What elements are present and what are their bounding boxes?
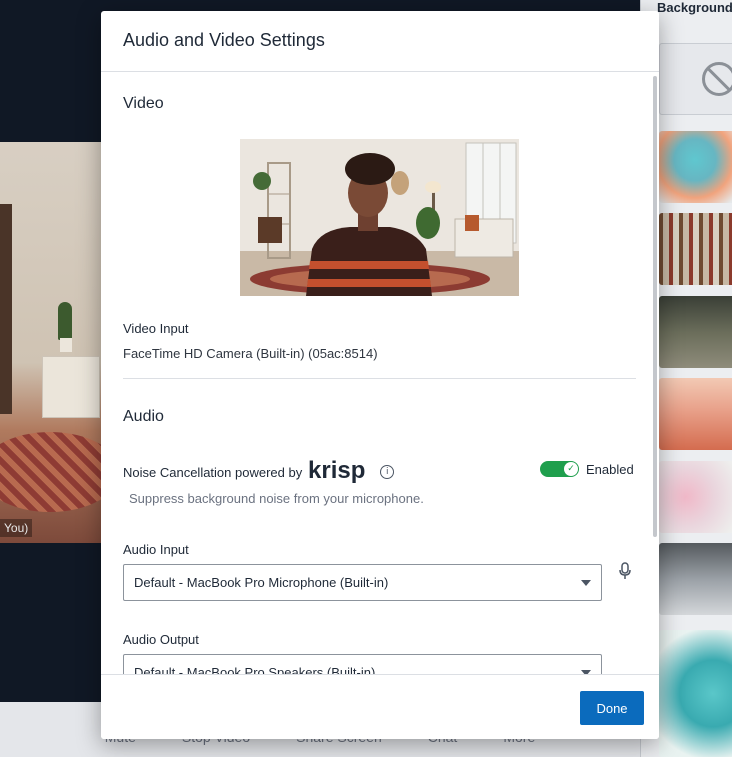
modal-scrollbar[interactable] xyxy=(653,76,657,537)
background-thumbnail[interactable] xyxy=(659,213,732,285)
no-background-icon xyxy=(702,62,732,96)
noise-cancellation-label: Noise Cancellation powered by xyxy=(123,464,303,480)
info-icon[interactable]: i xyxy=(380,465,395,479)
audio-output-value: Default - MacBook Pro Speakers (Built-in… xyxy=(134,665,376,674)
done-button[interactable]: Done xyxy=(580,691,644,725)
backgrounds-panel-title: Background xyxy=(657,0,732,15)
audio-output-label: Audio Output xyxy=(123,632,199,647)
video-preview xyxy=(240,139,519,296)
checkmark-icon: ✓ xyxy=(564,462,578,476)
participant-name-label: You) xyxy=(0,519,33,537)
modal-title: Audio and Video Settings xyxy=(123,30,325,50)
settings-modal: Audio and Video Settings Video Video Inp… xyxy=(101,11,659,739)
background-thumbnail[interactable] xyxy=(659,543,732,615)
video-section-title: Video xyxy=(123,95,164,112)
audio-input-label: Audio Input xyxy=(123,542,189,557)
audio-input-select[interactable]: Default - MacBook Pro Microphone (Built-… xyxy=(123,564,602,601)
chevron-down-icon xyxy=(581,580,591,586)
toggle-state-label: Enabled xyxy=(586,461,634,477)
microphone-icon[interactable] xyxy=(618,562,632,580)
modal-header: Audio and Video Settings xyxy=(101,11,659,72)
background-thumbnail[interactable] xyxy=(659,296,732,368)
noise-cancellation-row: Noise Cancellation powered by krisp i xyxy=(123,458,395,486)
background-none-option[interactable] xyxy=(659,43,732,115)
noise-cancellation-toggle[interactable]: ✓ Enabled xyxy=(540,461,634,477)
audio-section-title: Audio xyxy=(123,408,164,425)
background-thumbnail[interactable] xyxy=(659,131,732,203)
background-thumbnail[interactable] xyxy=(659,378,732,450)
background-thumbnail[interactable] xyxy=(659,461,732,533)
video-input-value[interactable]: FaceTime HD Camera (Built-in) (05ac:8514… xyxy=(123,346,378,361)
krisp-logo: krisp xyxy=(308,458,365,484)
svg-text:krisp: krisp xyxy=(308,458,365,484)
modal-body[interactable]: Video Video Input FaceTime HD Camera (Bu… xyxy=(101,72,659,674)
noise-cancellation-helper: Suppress background noise from your micr… xyxy=(129,491,424,506)
toggle-switch[interactable]: ✓ xyxy=(540,461,579,477)
background-thumbnail[interactable] xyxy=(659,630,732,757)
self-video-tile: You) xyxy=(0,142,101,543)
modal-footer: Done xyxy=(101,674,659,739)
video-input-label: Video Input xyxy=(123,321,189,336)
audio-output-select[interactable]: Default - MacBook Pro Speakers (Built-in… xyxy=(123,654,602,674)
audio-input-value: Default - MacBook Pro Microphone (Built-… xyxy=(134,575,389,590)
section-divider xyxy=(123,378,636,379)
